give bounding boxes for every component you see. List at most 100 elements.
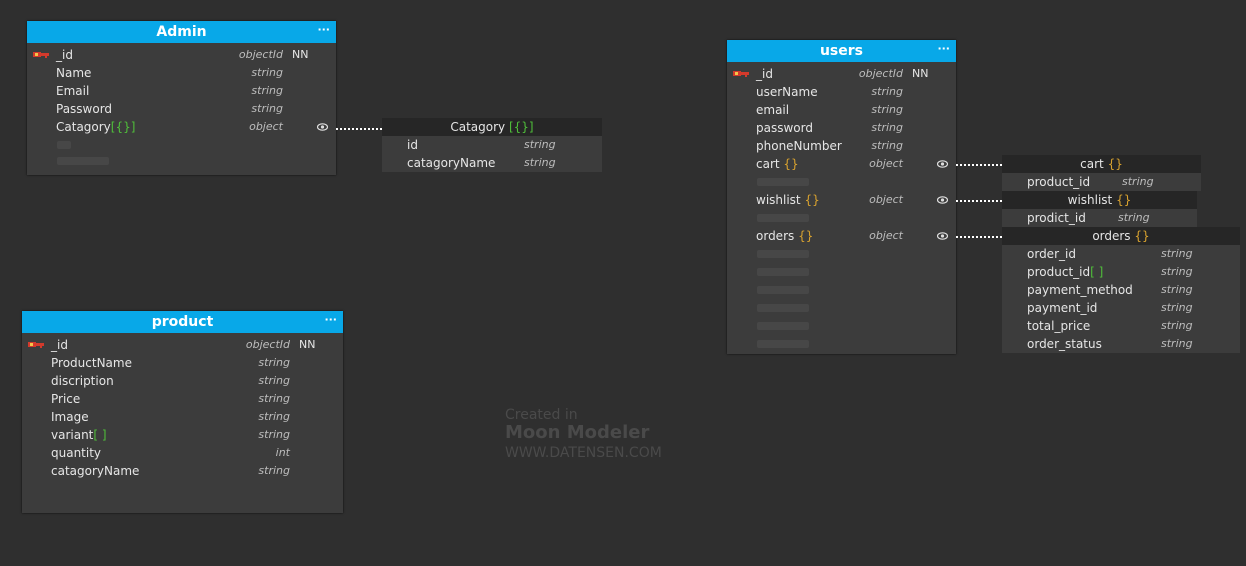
field-type: string (871, 103, 903, 116)
placeholder-row (57, 141, 71, 149)
field-row[interactable]: catagoryName string (382, 154, 602, 172)
field-row[interactable]: orders {} object (727, 227, 956, 245)
field-row[interactable]: product_id string (1002, 173, 1201, 191)
field-type: string (251, 102, 283, 115)
array-bracket: [ ] (1090, 265, 1104, 279)
admin-menu-icon[interactable]: ··· (317, 23, 330, 36)
field-name: order_status (1027, 337, 1102, 351)
field-row[interactable]: catagoryName string (22, 462, 343, 480)
watermark: Created in Moon Modeler WWW.DATENSEN.COM (505, 408, 662, 460)
field-row[interactable]: discription string (22, 372, 343, 390)
object-bracket: {} (798, 229, 814, 243)
field-row[interactable]: _id objectId NN (22, 336, 343, 354)
field-name: Email (56, 84, 90, 98)
key-icon (733, 71, 749, 77)
relation-line (956, 200, 1002, 202)
users-table[interactable]: users ··· _id objectId NN userName strin… (727, 40, 956, 354)
field-type: string (251, 66, 283, 79)
key-icon (28, 342, 44, 348)
product-menu-icon[interactable]: ··· (324, 313, 337, 326)
field-row[interactable]: cart {} object (727, 155, 956, 173)
field-type: string (524, 138, 556, 151)
field-name: _id (756, 67, 773, 81)
not-null-flag: NN (292, 48, 309, 61)
orders-header[interactable]: orders {} (1002, 227, 1240, 245)
field-row[interactable]: order_status string (1002, 335, 1240, 353)
field-type: objectId (858, 67, 903, 80)
placeholder-row (727, 299, 956, 317)
field-row[interactable]: wishlist {} object (727, 191, 956, 209)
product-table-title: product (151, 314, 214, 330)
object-bracket: {} (1107, 157, 1123, 171)
field-type: object (869, 193, 903, 206)
wishlist-subdocument[interactable]: wishlist {} prodict_id string (1002, 191, 1197, 227)
product-table[interactable]: product ··· _id objectId NN ProductName … (22, 311, 343, 513)
field-name: payment_id (1027, 301, 1098, 315)
array-bracket: [ ] (93, 428, 107, 442)
field-row[interactable]: product_id[ ] string (1002, 263, 1240, 281)
field-row[interactable]: order_id string (1002, 245, 1240, 263)
field-row[interactable]: email string (727, 101, 956, 119)
field-name: _id (56, 48, 73, 62)
wishlist-header[interactable]: wishlist {} (1002, 191, 1197, 209)
orders-title: orders (1092, 229, 1131, 243)
field-row[interactable]: payment_id string (1002, 299, 1240, 317)
field-row[interactable]: Name string (27, 64, 336, 82)
admin-table-header[interactable]: Admin ··· (27, 21, 336, 43)
admin-table-title: Admin (156, 24, 207, 40)
field-row[interactable]: Image string (22, 408, 343, 426)
field-type: string (871, 139, 903, 152)
placeholder-row (727, 335, 956, 353)
users-table-header[interactable]: users ··· (727, 40, 956, 62)
field-row[interactable]: variant[ ] string (22, 426, 343, 444)
field-type: string (1161, 337, 1193, 350)
field-row[interactable]: Price string (22, 390, 343, 408)
field-row[interactable]: userName string (727, 83, 956, 101)
field-row[interactable]: Password string (27, 100, 336, 118)
field-name: orders {} (756, 229, 814, 243)
field-row[interactable]: payment_method string (1002, 281, 1240, 299)
placeholder-row (727, 317, 956, 335)
field-row[interactable]: _id objectId NN (727, 65, 956, 83)
orders-subdocument[interactable]: orders {} order_id string product_id[ ] … (1002, 227, 1240, 353)
field-row[interactable]: _id objectId NN (27, 46, 336, 64)
eye-icon[interactable] (937, 196, 948, 204)
field-type: string (1161, 301, 1193, 314)
field-name: wishlist {} (756, 193, 820, 207)
cart-subdocument[interactable]: cart {} product_id string (1002, 155, 1201, 191)
field-type: string (1118, 211, 1150, 224)
field-row[interactable]: Catagory[{}] object (27, 118, 336, 136)
catagory-header[interactable]: Catagory [{}] (382, 118, 602, 136)
field-type: string (1161, 319, 1193, 332)
field-name: password (756, 121, 813, 135)
field-type: string (1161, 283, 1193, 296)
field-type: string (258, 428, 290, 441)
field-name: payment_method (1027, 283, 1133, 297)
field-type: string (251, 84, 283, 97)
admin-table[interactable]: Admin ··· _id objectId NN Name string Em… (27, 21, 336, 175)
field-row[interactable]: total_price string (1002, 317, 1240, 335)
eye-icon[interactable] (937, 232, 948, 240)
field-name: order_id (1027, 247, 1076, 261)
users-menu-icon[interactable]: ··· (937, 42, 950, 55)
field-type: objectId (245, 338, 290, 351)
product-table-header[interactable]: product ··· (22, 311, 343, 333)
field-row[interactable]: password string (727, 119, 956, 137)
field-row[interactable]: prodict_id string (1002, 209, 1197, 227)
eye-icon[interactable] (317, 123, 328, 131)
field-type: string (871, 85, 903, 98)
catagory-subdocument[interactable]: Catagory [{}] id string catagoryName str… (382, 118, 602, 172)
field-row[interactable]: phoneNumber string (727, 137, 956, 155)
catagory-title: Catagory (450, 120, 506, 134)
eye-icon[interactable] (937, 160, 948, 168)
field-row[interactable]: ProductName string (22, 354, 343, 372)
field-type: object (869, 229, 903, 242)
field-row[interactable]: id string (382, 136, 602, 154)
cart-header[interactable]: cart {} (1002, 155, 1201, 173)
field-name: prodict_id (1027, 211, 1086, 225)
placeholder-row (727, 281, 956, 299)
not-null-flag: NN (299, 338, 316, 351)
field-type: string (258, 464, 290, 477)
field-row[interactable]: quantity int (22, 444, 343, 462)
field-row[interactable]: Email string (27, 82, 336, 100)
